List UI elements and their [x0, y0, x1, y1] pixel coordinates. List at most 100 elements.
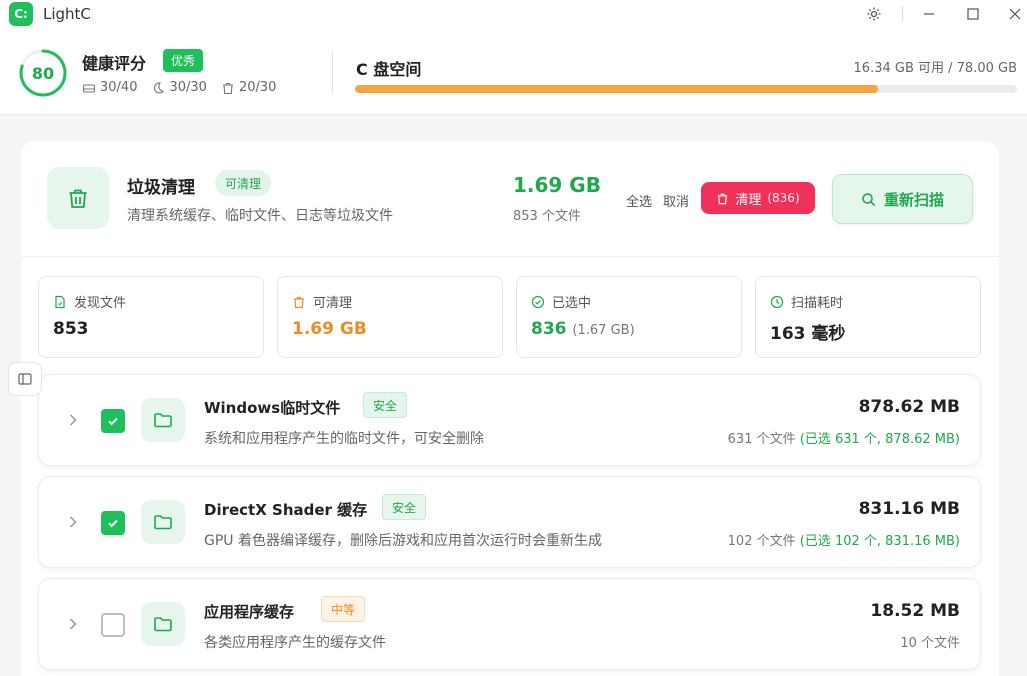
trash-icon: [294, 296, 304, 308]
safety-tag: 安全: [363, 392, 408, 418]
folder-icon-box: [141, 500, 185, 544]
category-count: 631 个文件: [727, 432, 796, 447]
folder-icon: [154, 617, 172, 632]
title-bar: C: LightC: [0, 0, 1027, 30]
rescan-button[interactable]: 重新扫描: [832, 174, 973, 224]
category-size: 18.52 MB: [870, 601, 960, 621]
stat-scan-time-label: 扫描耗时: [791, 296, 844, 311]
maximize-icon[interactable]: [950, 0, 996, 28]
app-logo: C:: [9, 2, 33, 26]
health-metrics: 30/40 30/30 20/30: [82, 80, 276, 95]
trash-icon: [69, 189, 87, 208]
stat-selected-size: (1.67 GB): [572, 323, 635, 338]
category-checkbox[interactable]: [101, 613, 125, 637]
category-meta: 10 个文件: [900, 632, 960, 651]
stat-selected: 已选中 836 (1.67 GB): [516, 276, 742, 358]
stat-cleanable-value: 1.69 GB: [292, 319, 367, 339]
titlebar-separator: [902, 6, 903, 22]
stat-cleanable-label: 可清理: [313, 296, 353, 311]
folder-icon-box: [141, 602, 185, 646]
safety-tag: 中等: [321, 596, 366, 622]
metric-moon-value: 30/30: [169, 80, 207, 95]
category-row-app-cache[interactable]: 应用程序缓存 中等 各类应用程序产生的缓存文件 18.52 MB 10 个文件: [38, 578, 981, 670]
stat-found-files: 发现文件 853: [38, 276, 264, 358]
file-icon: [55, 295, 65, 308]
disk-usage-fill: [355, 85, 878, 93]
select-all-link[interactable]: 全选: [626, 191, 652, 210]
metric-disk: 30/40: [82, 80, 137, 95]
metric-moon: 30/30: [151, 80, 207, 95]
category-count: 10 个文件: [900, 636, 960, 651]
disk-title: C 盘空间: [356, 60, 422, 79]
check-icon: [108, 519, 118, 528]
stat-found-value: 853: [53, 319, 89, 339]
stat-selected-label: 已选中: [552, 296, 592, 311]
clean-button-label: 清理: [735, 192, 762, 208]
junk-file-count: 853 个文件: [513, 209, 581, 224]
cancel-selection-link[interactable]: 取消: [663, 191, 689, 210]
category-size: 831.16 MB: [858, 499, 960, 519]
check-icon: [108, 417, 118, 426]
status-header: 80 健康评分 优秀 30/40 30/30 20/30 C 盘空间 16.34…: [0, 30, 1027, 115]
category-meta: 102 个文件 (已选 102 个, 831.16 MB): [728, 530, 960, 549]
stat-found-label: 发现文件: [74, 296, 127, 311]
search-icon: [862, 192, 875, 206]
health-title: 健康评分: [82, 54, 147, 73]
junk-icon-box: [47, 167, 109, 229]
header-separator: [332, 52, 333, 94]
category-name: Windows临时文件: [204, 399, 341, 417]
category-checkbox[interactable]: [101, 511, 125, 535]
close-icon[interactable]: [992, 0, 1027, 28]
sidebar-toggle-button[interactable]: [8, 362, 42, 396]
stat-selected-value: 836 (1.67 GB): [531, 319, 635, 339]
category-description: 各类应用程序产生的缓存文件: [204, 635, 386, 651]
check-circle-icon: [531, 295, 545, 308]
expand-chevron-icon[interactable]: [63, 511, 83, 533]
category-description: GPU 着色器编译缓存，删除后游戏和应用首次运行时会重新生成: [204, 533, 602, 549]
folder-icon: [154, 515, 172, 530]
junk-title: 垃圾清理: [127, 178, 195, 198]
category-row-directx-shader[interactable]: DirectX Shader 缓存 安全 GPU 着色器编译缓存，删除后游戏和应…: [38, 476, 981, 568]
stat-cleanable: 可清理 1.69 GB: [277, 276, 503, 358]
disk-space-info: 16.34 GB 可用 / 78.00 GB: [853, 61, 1017, 76]
trash-icon: [222, 82, 233, 94]
metric-trash: 20/30: [221, 80, 276, 95]
panel-divider: [21, 256, 999, 257]
clean-button[interactable]: 清理 (836): [701, 182, 815, 214]
sidebar-icon: [18, 373, 32, 385]
moon-icon: [154, 81, 165, 94]
clean-button-count: (836): [767, 191, 800, 205]
folder-icon: [154, 413, 172, 428]
category-selected-info: (已选 102 个, 831.16 MB): [799, 534, 960, 549]
category-name: 应用程序缓存: [204, 603, 295, 621]
category-description: 系统和应用程序产生的临时文件，可安全删除: [204, 431, 484, 447]
metric-trash-value: 20/30: [238, 80, 277, 95]
category-row-windows-temp[interactable]: Windows临时文件 安全 系统和应用程序产生的临时文件，可安全删除 878.…: [38, 374, 981, 466]
category-name: DirectX Shader 缓存: [204, 501, 368, 519]
settings-icon[interactable]: [851, 0, 897, 28]
junk-total-size: 1.69 GB: [513, 173, 601, 197]
folder-icon-box: [141, 398, 185, 442]
disk-usage-bar: [355, 85, 1017, 93]
expand-chevron-icon[interactable]: [63, 613, 83, 635]
junk-cleaner-panel: 垃圾清理 可清理 清理系统缓存、临时文件、日志等垃圾文件 1.69 GB 853…: [21, 141, 999, 676]
category-checkbox[interactable]: [101, 409, 125, 433]
category-size: 878.62 MB: [858, 397, 960, 417]
junk-description: 清理系统缓存、临时文件、日志等垃圾文件: [127, 208, 393, 224]
category-meta: 631 个文件 (已选 631 个, 878.62 MB): [728, 428, 960, 447]
health-score-value: 80: [31, 63, 55, 83]
expand-chevron-icon[interactable]: [63, 409, 83, 431]
category-selected-info: (已选 631 个, 878.62 MB): [799, 432, 960, 447]
disk-icon: [82, 83, 96, 93]
clock-icon: [770, 295, 784, 308]
junk-status-badge: 可清理: [215, 170, 272, 196]
health-badge: 优秀: [163, 49, 204, 72]
rescan-button-label: 重新扫描: [883, 190, 944, 209]
minimize-icon[interactable]: [906, 0, 952, 28]
safety-tag: 安全: [382, 494, 427, 520]
category-count: 102 个文件: [727, 534, 796, 549]
app-title: LightC: [43, 5, 91, 23]
stat-scan-time-value: 163 毫秒: [770, 324, 846, 344]
trash-icon: [718, 193, 728, 204]
stat-selected-count: 836: [531, 319, 567, 339]
